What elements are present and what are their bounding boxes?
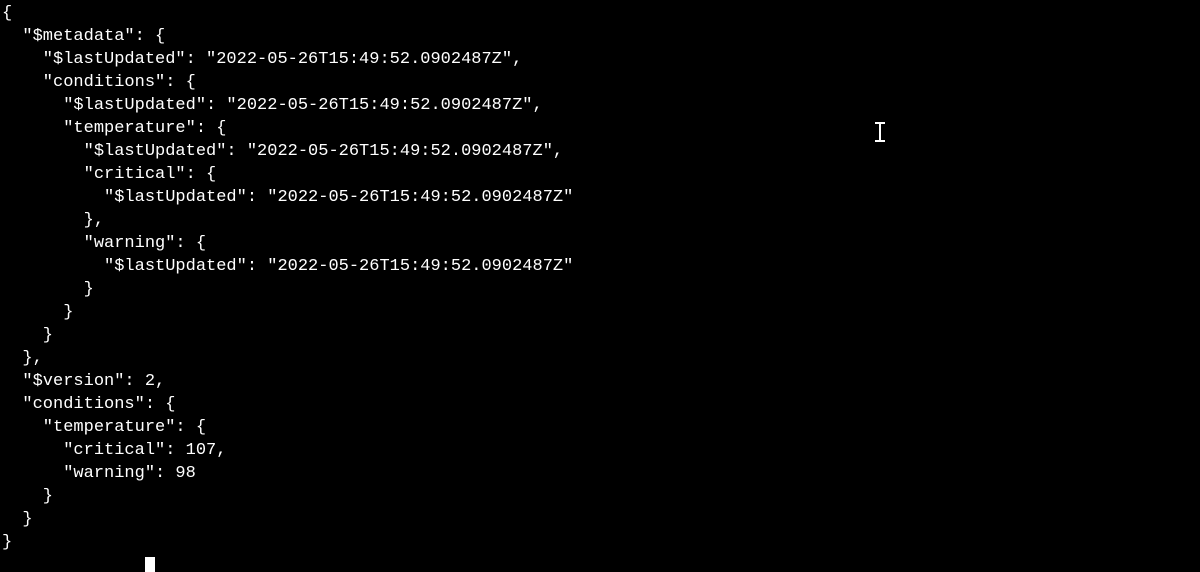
code-line: }, [2,211,104,230]
code-line: } [2,533,12,552]
code-line: "critical": 107, [2,441,226,460]
code-line: "$lastUpdated": "2022-05-26T15:49:52.090… [2,96,543,115]
code-line: } [2,326,53,345]
code-line: } [2,280,94,299]
terminal-output[interactable]: { "$metadata": { "$lastUpdated": "2022-0… [0,0,1200,572]
code-line: } [2,487,53,506]
code-line: "$lastUpdated": "2022-05-26T15:49:52.090… [2,50,522,69]
block-cursor [145,557,155,572]
code-line: "temperature": { [2,418,206,437]
code-line: "conditions": { [2,395,175,414]
code-line: }, [2,349,43,368]
code-line: "conditions": { [2,73,196,92]
code-line: "$lastUpdated": "2022-05-26T15:49:52.090… [2,188,573,207]
code-line: "warning": 98 [2,464,196,483]
code-line: "$version": 2, [2,372,165,391]
code-line: { [2,4,12,23]
code-line: "$lastUpdated": "2022-05-26T15:49:52.090… [2,142,563,161]
code-line: } [2,510,33,529]
code-line: "$lastUpdated": "2022-05-26T15:49:52.090… [2,257,573,276]
code-line: "temperature": { [2,119,226,138]
code-line: "critical": { [2,165,216,184]
code-line: "$metadata": { [2,27,165,46]
code-line: "warning": { [2,234,206,253]
code-line: } [2,303,73,322]
